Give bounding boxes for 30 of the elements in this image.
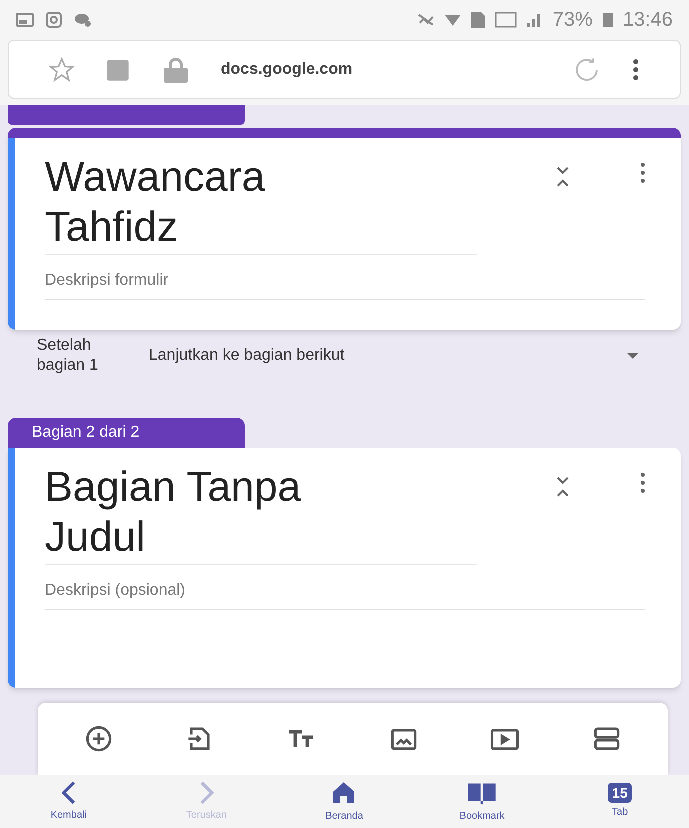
dropdown-caret-icon: [627, 353, 639, 359]
more-options-icon[interactable]: [632, 58, 640, 82]
address-bar[interactable]: docs.google.com: [8, 40, 681, 99]
more-options-icon[interactable]: [639, 470, 647, 496]
more-options-icon[interactable]: [639, 160, 647, 186]
chat-icon: [74, 13, 92, 27]
battery-icon: [602, 13, 613, 27]
tab-count-icon: 15: [608, 783, 632, 803]
nav-button[interactable]: Bookmark: [413, 775, 552, 828]
clock: 13:46: [622, 8, 673, 33]
mute-icon: [416, 13, 435, 27]
section-title[interactable]: Bagian Tanpa Judul: [45, 462, 477, 565]
section-title[interactable]: Wawancara Tahfidz: [45, 152, 477, 255]
after-section-label: Setelah bagian 1: [37, 336, 100, 376]
lock-icon: [161, 56, 191, 82]
sim-icon: [470, 12, 485, 28]
signal-icon: [526, 12, 543, 28]
description-field[interactable]: Deskripsi (opsional): [45, 579, 645, 603]
nav-button[interactable]: 15 Tab: [551, 775, 689, 828]
image-icon: [494, 12, 517, 28]
notification-icon: [16, 13, 34, 27]
star-icon[interactable]: [49, 56, 75, 82]
nav-button[interactable]: Kembali: [0, 775, 138, 828]
battery-percent: 73%: [552, 8, 593, 33]
nav-button[interactable]: Beranda: [276, 775, 414, 828]
url-text[interactable]: docs.google.com: [221, 58, 542, 82]
camera-icon: [46, 12, 62, 28]
description-field[interactable]: Deskripsi formulir: [45, 269, 645, 293]
wifi-icon: [444, 12, 461, 28]
next-section-dropdown[interactable]: Lanjutkan ke bagian berikut: [101, 344, 639, 368]
